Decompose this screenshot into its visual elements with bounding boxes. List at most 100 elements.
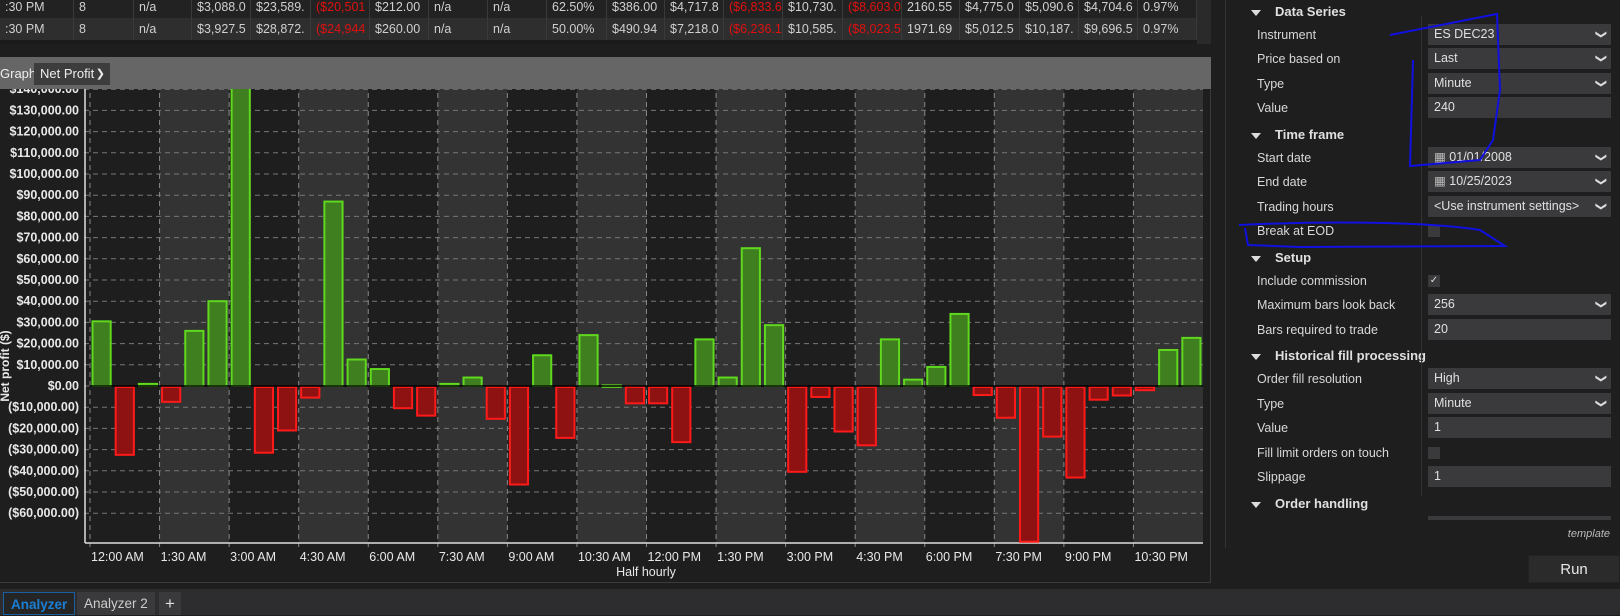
- field-value: <Use instrument settings>: [1434, 198, 1580, 213]
- table-cell: n/a: [134, 0, 192, 18]
- bar-2-00-am[interactable]: [184, 329, 205, 388]
- field-label: Fill limit orders on touch: [1257, 445, 1389, 460]
- bar-5-30-am[interactable]: [346, 358, 367, 387]
- bar-11-30-am[interactable]: [624, 386, 645, 405]
- maximum-bars-look-back-select[interactable]: 256 ❯: [1428, 294, 1611, 316]
- time-band: [785, 84, 856, 543]
- bar-7-00-am[interactable]: [416, 386, 437, 417]
- bar-1-00-pm[interactable]: [694, 338, 715, 387]
- bar-10-00-am[interactable]: [555, 386, 576, 439]
- bar-4-30-pm[interactable]: [856, 386, 877, 447]
- type-select[interactable]: Minute ❯: [1428, 392, 1611, 414]
- bar-4-00-pm[interactable]: [833, 386, 854, 433]
- section-time-frame[interactable]: Time frame: [1251, 127, 1344, 142]
- include-commission-checkbox[interactable]: ✓: [1428, 274, 1440, 287]
- value-input[interactable]: 1: [1428, 417, 1611, 439]
- value-input[interactable]: 240: [1428, 97, 1611, 119]
- slippage-input[interactable]: 1: [1428, 466, 1611, 488]
- bar-10-00-pm[interactable]: [1111, 386, 1132, 397]
- tab-analyzer-2[interactable]: Analyzer 2: [77, 592, 155, 615]
- collapse-triangle-icon[interactable]: [1251, 353, 1261, 360]
- start-date-select[interactable]: ▦ 01/01/2008 ❯: [1428, 146, 1611, 168]
- table-scrollbar[interactable]: [1197, 0, 1211, 44]
- bar-12-00-am[interactable]: [91, 320, 112, 387]
- bar-11-00-pm[interactable]: [1158, 348, 1179, 387]
- collapse-triangle-icon[interactable]: [1251, 9, 1261, 16]
- bar-2-30-am[interactable]: [207, 300, 228, 387]
- instrument-select[interactable]: ES DEC23 ❯: [1428, 23, 1611, 45]
- bar-12-30-am[interactable]: [114, 386, 135, 456]
- bar-6-00-pm[interactable]: [926, 365, 947, 388]
- field-value: 20: [1434, 321, 1448, 336]
- graph-metric-select[interactable]: Net Profit ❯: [34, 63, 110, 85]
- bar-5-00-am[interactable]: [323, 200, 344, 387]
- tab-analyzer[interactable]: Analyzer: [3, 592, 76, 615]
- bar-10-30-am[interactable]: [578, 334, 599, 387]
- bar-4-30-am[interactable]: [300, 386, 321, 399]
- table-row[interactable]: :30 PM 8 n/a $3,088.0 $23,589. ($20,501 $212.0…: [0, 0, 1197, 18]
- section-data-series[interactable]: Data Series: [1251, 4, 1346, 19]
- add-tab-button[interactable]: +: [159, 592, 181, 615]
- panel-column-divider[interactable]: [1421, 16, 1422, 496]
- bar-9-00-am[interactable]: [508, 386, 530, 486]
- bar-5-30-pm[interactable]: [903, 378, 924, 388]
- bar-9-00-pm[interactable]: [1065, 386, 1086, 479]
- y-tick-label: $100,000.00: [9, 167, 79, 181]
- section-order-handling[interactable]: Order handling: [1251, 496, 1368, 511]
- order-fill-resolution-select[interactable]: High ❯: [1428, 368, 1611, 389]
- table-cell: $4,775.0: [960, 0, 1020, 18]
- trading-hours-select[interactable]: <Use instrument settings> ❯: [1428, 195, 1611, 217]
- table-cell: $5,012.5: [960, 18, 1020, 40]
- bar-1-30-am[interactable]: [161, 386, 182, 403]
- bars-required-to-trade-input[interactable]: 20: [1428, 318, 1611, 340]
- field-value: Minute: [1434, 395, 1472, 410]
- bar-2-30-pm[interactable]: [763, 324, 785, 388]
- bar-2-00-pm[interactable]: [740, 247, 761, 387]
- fill-limit-orders-on-touch-checkbox[interactable]: [1428, 446, 1440, 459]
- x-tick-label: 3:00 AM: [230, 550, 276, 564]
- bar-12-00-pm[interactable]: [648, 386, 669, 405]
- bar-6-30-pm[interactable]: [949, 312, 970, 387]
- template-link[interactable]: template: [1568, 528, 1610, 540]
- time-band: [576, 84, 647, 543]
- next-field-partial[interactable]: [1428, 515, 1611, 520]
- section-historical-fill-processing[interactable]: Historical fill processing: [1251, 348, 1426, 363]
- bar-7-00-pm[interactable]: [972, 386, 993, 397]
- price-based-on-select[interactable]: Last ❯: [1428, 48, 1611, 70]
- bar-3-30-am[interactable]: [253, 386, 274, 454]
- bar-8-30-am[interactable]: [485, 386, 506, 420]
- bar-6-00-am[interactable]: [369, 368, 390, 388]
- bar-8-00-pm[interactable]: [1019, 386, 1040, 543]
- y-tick-label: ($30,000.00): [8, 443, 79, 457]
- collapse-triangle-icon[interactable]: [1251, 132, 1261, 139]
- run-button[interactable]: Run: [1528, 555, 1620, 583]
- bar-3-30-pm[interactable]: [810, 386, 831, 398]
- bar-8-30-pm[interactable]: [1042, 386, 1063, 438]
- collapse-triangle-icon[interactable]: [1251, 255, 1261, 262]
- break-at-eod-checkbox[interactable]: [1428, 225, 1440, 238]
- end-date-select[interactable]: ▦ 10/25/2023 ❯: [1428, 171, 1611, 193]
- field-value: Minute: [1434, 75, 1472, 90]
- bar-3-00-am[interactable]: [230, 86, 251, 388]
- bar-8-00-am[interactable]: [462, 376, 483, 387]
- table-cell: 0.97%: [1138, 18, 1197, 40]
- bar-4-00-am[interactable]: [277, 386, 298, 432]
- bar-9-30-am[interactable]: [532, 354, 553, 388]
- type-select[interactable]: Minute ❯: [1428, 72, 1611, 94]
- collapse-triangle-icon[interactable]: [1251, 501, 1261, 508]
- bar-5-00-pm[interactable]: [879, 338, 901, 387]
- section-title: Setup: [1275, 250, 1312, 265]
- section-setup[interactable]: Setup: [1251, 250, 1311, 265]
- table-row[interactable]: :30 PM 8 n/a $3,927.5 $28,872. ($24,944 $260.0…: [0, 18, 1197, 40]
- bar-9-30-pm[interactable]: [1088, 386, 1109, 401]
- bar-6-30-am[interactable]: [392, 386, 414, 410]
- bar-11-30-pm[interactable]: [1181, 336, 1202, 388]
- bar-1-30-pm[interactable]: [717, 376, 738, 387]
- bar-3-00-pm[interactable]: [787, 386, 808, 473]
- bar-12-30-pm[interactable]: [671, 386, 692, 444]
- bar-7-30-pm[interactable]: [995, 386, 1016, 419]
- time-band: [368, 84, 438, 543]
- y-tick-label: $130,000.00: [9, 103, 79, 117]
- x-tick-label: 4:30 AM: [300, 550, 346, 564]
- bar-10-30-pm[interactable]: [1134, 386, 1156, 392]
